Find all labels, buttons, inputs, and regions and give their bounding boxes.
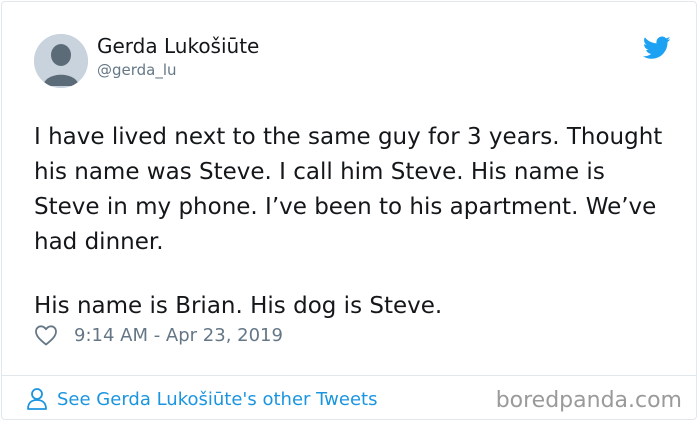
person-icon [27, 388, 47, 410]
watermark: boredpanda.com [495, 388, 682, 413]
footer-divider [2, 375, 696, 376]
tweet-timestamp[interactable]: 9:14 AM - Apr 23, 2019 [74, 325, 283, 346]
tweet-text-paragraph: His name is Brian. His dog is Steve. [34, 293, 443, 319]
heart-icon[interactable] [34, 324, 58, 346]
twitter-bird-icon[interactable] [642, 36, 671, 60]
tweet-card: Gerda Lukošiūte @gerda_lu I have lived n… [1, 1, 697, 420]
author-handle[interactable]: @gerda_lu [97, 61, 177, 79]
tweet-meta: 9:14 AM - Apr 23, 2019 [34, 324, 283, 346]
tweet-text-paragraph: I have lived next to the same guy for 3 … [34, 124, 663, 255]
see-other-tweets-label[interactable]: See Gerda Lukošiūte's other Tweets [57, 389, 377, 410]
see-other-tweets-link[interactable]: See Gerda Lukošiūte's other Tweets [26, 387, 377, 411]
default-avatar-icon[interactable] [34, 34, 88, 88]
tweet-text: I have lived next to the same guy for 3 … [34, 120, 674, 324]
author-name[interactable]: Gerda Lukošiūte [97, 34, 259, 58]
